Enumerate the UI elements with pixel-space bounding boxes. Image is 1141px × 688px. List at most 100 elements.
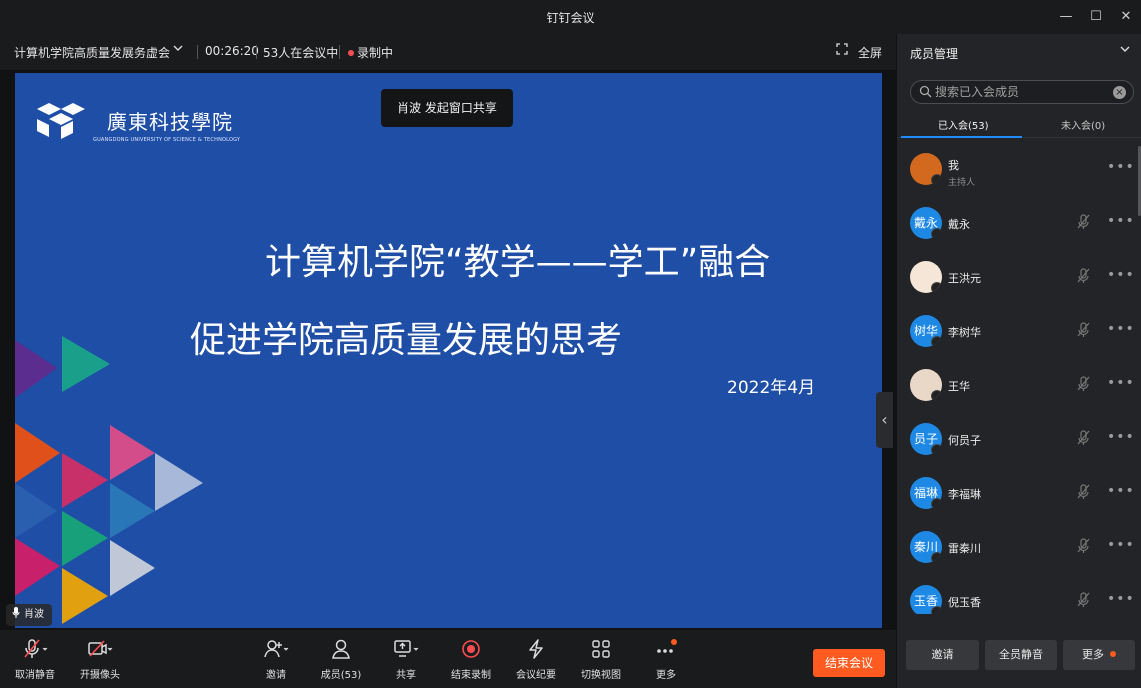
muted-mic-icon[interactable]: [1077, 214, 1091, 234]
end-meeting-button[interactable]: 结束会议: [813, 649, 885, 677]
presentation-slide: 廣東科技學院 GUANGDONG UNIVERSITY OF SCIENCE &…: [15, 73, 882, 628]
chevron-down-icon[interactable]: [1119, 43, 1131, 58]
meeting-duration: 00:26:20: [205, 44, 259, 58]
chevron-down-icon[interactable]: [172, 42, 184, 57]
mic-status-icon: [931, 444, 942, 455]
close-button[interactable]: ✕: [1116, 7, 1136, 27]
panel-more-button[interactable]: 更多: [1063, 640, 1135, 670]
switch-view-button[interactable]: 切换视图: [569, 638, 633, 681]
meeting-toolbar: 取消静音 开摄像头 邀请 成员(53) 共享 结束录制 会议纪要 切换视图 更多…: [0, 630, 896, 688]
stop-recording-button[interactable]: 结束录制: [439, 638, 503, 681]
university-logo-icon: [37, 103, 85, 139]
member-more-icon[interactable]: •••: [1107, 159, 1135, 175]
member-tabs: 已入会(53) 未入会(0): [897, 110, 1141, 138]
mic-status-icon: [931, 336, 942, 347]
mic-status-icon: [931, 228, 942, 239]
minimize-button[interactable]: —: [1056, 7, 1076, 27]
mic-status-icon: [931, 282, 942, 293]
more-label: 更多: [656, 670, 676, 681]
member-more-icon[interactable]: •••: [1107, 321, 1135, 337]
collapse-panel-button[interactable]: ‹: [876, 392, 893, 448]
member-more-icon[interactable]: •••: [1107, 537, 1135, 553]
panel-title: 成员管理: [910, 47, 959, 61]
member-name: 我: [948, 159, 959, 172]
maximize-button[interactable]: ☐: [1086, 7, 1106, 27]
member-more-icon[interactable]: •••: [1107, 267, 1135, 283]
members-label: 成员(53): [320, 670, 362, 681]
slide-title-line1: 计算机学院“教学——学工”融合: [265, 242, 771, 283]
member-row[interactable]: 戴永 戴永 •••: [897, 198, 1141, 252]
university-name-en: GUANGDONG UNIVERSITY OF SCIENCE & TECHNO…: [93, 137, 241, 143]
avatar: 福琳: [910, 477, 942, 509]
unmute-button[interactable]: 取消静音: [3, 638, 67, 681]
camera-label: 开摄像头: [80, 670, 120, 681]
share-notification: 肖波 发起窗口共享: [381, 89, 513, 127]
share-screen-icon: [374, 638, 438, 662]
clear-search-icon[interactable]: ×: [1113, 86, 1126, 99]
member-more-icon[interactable]: •••: [1107, 213, 1135, 229]
member-row[interactable]: 福琳 李福琳 •••: [897, 468, 1141, 522]
minutes-button[interactable]: 会议纪要: [504, 638, 568, 681]
muted-mic-icon[interactable]: [1077, 376, 1091, 396]
member-row[interactable]: 员子 何员子 •••: [897, 414, 1141, 468]
member-more-icon[interactable]: •••: [1107, 483, 1135, 499]
member-name: 戴永: [948, 218, 970, 231]
title-bar: 钉钉会议 — ☐ ✕: [0, 0, 1141, 34]
member-row[interactable]: 玉香 倪玉香 •••: [897, 576, 1141, 614]
member-list: 我主持人 ••• 戴永 戴永 ••• 王洪元 ••• 树华 李树华 ••• 王华 ••• 员子 何员子 ••…: [897, 144, 1141, 614]
slide-date: 2022年4月: [727, 378, 816, 398]
member-name: 王洪元: [948, 272, 981, 285]
member-name: 李树华: [948, 326, 981, 339]
muted-mic-icon[interactable]: [1077, 592, 1091, 612]
camera-button[interactable]: 开摄像头: [68, 638, 132, 681]
mic-status-icon: [931, 606, 942, 614]
member-row[interactable]: 秦川 雷秦川 •••: [897, 522, 1141, 576]
recording-label: 录制中: [357, 46, 394, 60]
mute-all-button[interactable]: 全员静音: [985, 640, 1057, 670]
member-row[interactable]: 我主持人 •••: [897, 144, 1141, 198]
member-more-icon[interactable]: •••: [1107, 591, 1135, 607]
switch-view-label: 切换视图: [581, 670, 621, 681]
avatar: [910, 153, 942, 185]
member-row[interactable]: 树华 李树华 •••: [897, 306, 1141, 360]
panel-footer: 邀请 全员静音 更多: [897, 640, 1141, 672]
tab-joined[interactable]: 已入会(53): [938, 117, 989, 132]
university-name: 廣東科技學院: [107, 110, 233, 134]
fullscreen-icon[interactable]: [836, 43, 848, 58]
muted-mic-icon[interactable]: [1077, 430, 1091, 450]
panel-invite-button[interactable]: 邀请: [906, 640, 979, 670]
panel-more-label: 更多: [1082, 648, 1104, 661]
member-more-icon[interactable]: •••: [1107, 429, 1135, 445]
members-button[interactable]: 成员(53): [309, 638, 373, 681]
divider: [197, 45, 198, 59]
recording-dot-icon: [348, 50, 354, 56]
invite-button[interactable]: 邀请: [244, 638, 308, 681]
member-name: 倪玉香: [948, 596, 981, 609]
share-button[interactable]: 共享: [374, 638, 438, 681]
notification-dot-icon: [1110, 651, 1116, 657]
tab-not-joined[interactable]: 未入会(0): [1061, 117, 1105, 132]
camera-off-icon: [68, 638, 132, 662]
member-row[interactable]: 王华 •••: [897, 360, 1141, 414]
muted-mic-icon[interactable]: [1077, 268, 1091, 288]
grid-view-icon: [569, 638, 633, 662]
muted-mic-icon[interactable]: [1077, 538, 1091, 558]
meeting-name[interactable]: 计算机学院高质量发展务虚会: [14, 44, 170, 61]
member-more-icon[interactable]: •••: [1107, 375, 1135, 391]
fullscreen-button[interactable]: 全屏: [858, 44, 882, 61]
shared-screen-area: 廣東科技學院 GUANGDONG UNIVERSITY OF SCIENCE &…: [0, 70, 896, 630]
divider: [339, 45, 340, 59]
divider: [256, 45, 257, 59]
more-button[interactable]: 更多: [634, 638, 698, 681]
member-search-input[interactable]: [935, 83, 1105, 101]
muted-mic-icon[interactable]: [1077, 322, 1091, 342]
chevron-left-icon: ‹: [881, 410, 888, 429]
avatar: 玉香: [910, 585, 942, 614]
member-search-field[interactable]: ×: [910, 80, 1134, 104]
stop-recording-label: 结束录制: [451, 670, 491, 681]
member-row[interactable]: 王洪元 •••: [897, 252, 1141, 306]
muted-mic-icon[interactable]: [1077, 484, 1091, 504]
mic-status-icon: [931, 552, 942, 563]
participant-count[interactable]: 53人在会议中: [263, 44, 338, 61]
members-icon: [309, 638, 373, 662]
